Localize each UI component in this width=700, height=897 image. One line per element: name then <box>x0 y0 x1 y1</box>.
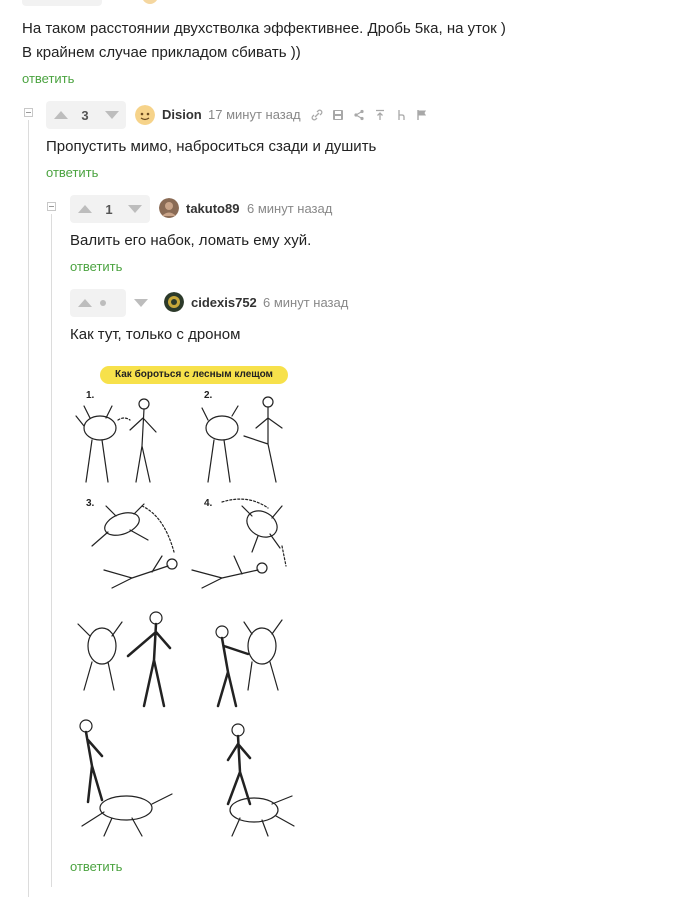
link-icon[interactable] <box>311 109 323 121</box>
avatar[interactable] <box>135 105 155 125</box>
branch-icon[interactable] <box>395 109 407 121</box>
vote-box-3 <box>70 289 126 317</box>
save-icon[interactable] <box>332 109 344 121</box>
step-number-4: 4. <box>204 498 213 509</box>
collapse-toggle-2[interactable] <box>47 202 56 211</box>
downvote-icon[interactable] <box>134 299 148 307</box>
downvote-icon[interactable] <box>128 205 142 213</box>
timestamp[interactable]: 17 минут назад <box>208 107 301 122</box>
comment-image[interactable]: Как бороться с лесным клещом 1. 2. 3. 4. <box>72 356 300 848</box>
upvote-icon[interactable] <box>54 111 68 119</box>
clipped-vote-box <box>22 0 102 6</box>
vote-score: 3 <box>81 107 89 123</box>
step-number-1: 1. <box>86 390 95 401</box>
reply-link[interactable]: ответить <box>70 859 122 874</box>
thread-line-level2[interactable] <box>51 214 52 887</box>
comment-text: Валить его набок, ломать ему хуй. <box>70 232 312 249</box>
step-number-2: 2. <box>204 390 213 401</box>
reply-link[interactable]: ответить <box>70 259 122 274</box>
timestamp[interactable]: 6 минут назад <box>263 295 348 310</box>
top-comment-line-2: В крайнем случае прикладом сбивать )) <box>22 44 301 61</box>
upvote-icon[interactable] <box>78 299 92 307</box>
step-number-3: 3. <box>86 498 95 509</box>
share-icon[interactable] <box>353 109 365 121</box>
upvote-icon[interactable] <box>78 205 92 213</box>
top-reply-link[interactable]: ответить <box>22 71 74 86</box>
username[interactable]: takuto89 <box>186 201 239 216</box>
avatar[interactable] <box>159 198 179 218</box>
comment-text: Как тут, только с дроном <box>70 326 241 343</box>
neutral-score-dot <box>100 300 106 306</box>
image-title: Как бороться с лесным клещом <box>115 369 273 380</box>
username[interactable]: cidexis752 <box>191 295 257 310</box>
vote-score: 1 <box>105 201 113 217</box>
downvote-icon[interactable] <box>105 111 119 119</box>
go-to-parent-icon[interactable] <box>374 109 386 121</box>
timestamp[interactable]: 6 минут назад <box>247 201 332 216</box>
report-flag-icon[interactable] <box>416 109 428 121</box>
clipped-avatar <box>142 0 158 4</box>
thread-line-level1[interactable] <box>28 120 29 897</box>
collapse-toggle-1[interactable] <box>24 108 33 117</box>
comment-text: Пропустить мимо, наброситься сзади и душ… <box>46 138 377 155</box>
reply-link[interactable]: ответить <box>46 165 98 180</box>
comment-tools <box>311 109 428 121</box>
username[interactable]: Dision <box>162 107 202 122</box>
avatar[interactable] <box>164 292 184 312</box>
top-comment-line-1: На таком расстоянии двухстволка эффектив… <box>22 20 506 37</box>
clipped-comment-header <box>22 0 322 6</box>
